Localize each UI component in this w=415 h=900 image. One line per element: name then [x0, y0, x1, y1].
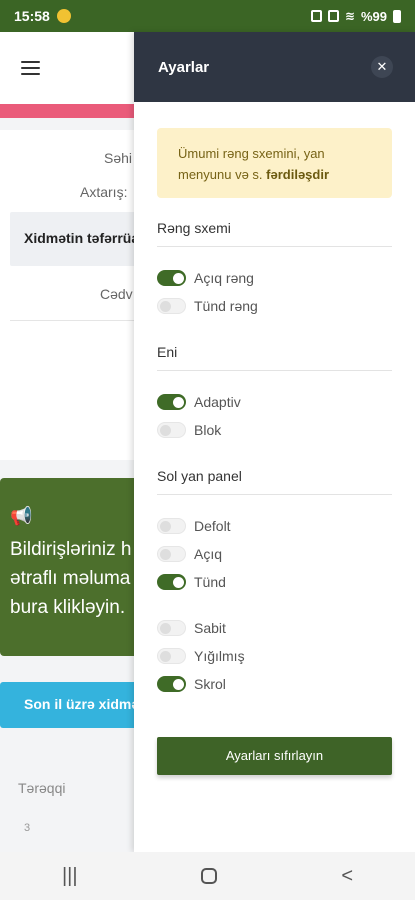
option-label: Tünd [194, 574, 226, 590]
reset-settings-button[interactable]: Ayarları sıfırlayın [157, 737, 392, 775]
info-box: Ümumi rəng sxemini, yan menyunu və s. fə… [157, 128, 392, 198]
battery-percentage: %99 [360, 8, 387, 24]
system-nav-bar: ||| < [0, 852, 415, 900]
alarm-icon [327, 10, 339, 22]
battery-icon [393, 9, 401, 23]
progress-label: Tərəqqi [18, 780, 66, 796]
option-default[interactable]: Defolt [157, 512, 392, 540]
settings-drawer: Ayarlar ✕ Ümumi rəng sxemini, yan menyun… [134, 32, 415, 852]
menu-icon[interactable] [21, 61, 40, 75]
toggle-switch[interactable] [157, 546, 186, 562]
notification-dot-icon [56, 9, 71, 23]
section-title-color-scheme: Rəng sxemi [157, 220, 392, 247]
toggle-switch[interactable] [157, 574, 186, 590]
home-icon[interactable] [201, 868, 218, 884]
close-icon: ✕ [376, 59, 388, 74]
toggle-switch[interactable] [157, 270, 186, 286]
option-label: Adaptiv [194, 394, 241, 410]
page-label: Səhi [104, 150, 133, 166]
option-fixed[interactable]: Sabit [157, 614, 392, 642]
back-icon[interactable]: < [341, 865, 353, 888]
color-scheme-options: Açıq rəng Tünd rəng [157, 247, 392, 320]
toggle-switch[interactable] [157, 422, 186, 438]
section-title-width: Eni [157, 344, 392, 371]
toggle-switch[interactable] [157, 648, 186, 664]
toggle-switch[interactable] [157, 394, 186, 410]
option-label: Sabit [194, 620, 226, 636]
option-label: Tünd rəng [194, 298, 258, 314]
option-block[interactable]: Blok [157, 416, 392, 444]
toggle-switch[interactable] [157, 518, 186, 534]
drawer-body: Ümumi rəng sxemini, yan menyunu və s. fə… [134, 102, 415, 775]
option-label: Defolt [194, 518, 231, 534]
left-panel-options: Defolt Açıq Tünd Sabit Yığılmış Skrol [157, 495, 392, 698]
status-bar: 15:58 ≋ %99 [0, 0, 415, 32]
search-label: Axtarış: [80, 184, 128, 200]
option-label: Açıq [194, 546, 223, 562]
status-icons: ≋ %99 [310, 8, 401, 24]
option-label: Açıq rəng [194, 270, 254, 286]
width-options: Adaptiv Blok [157, 371, 392, 444]
option-scroll[interactable]: Skrol [157, 670, 392, 698]
clock: 15:58 [14, 8, 50, 24]
option-label: Yığılmış [194, 648, 245, 664]
info-bold-text: fərdiləşdir [266, 167, 330, 182]
option-dark-color[interactable]: Tünd rəng [157, 292, 392, 320]
option-collapsed[interactable]: Yığılmış [157, 642, 392, 670]
lock-icon [310, 10, 322, 22]
table-label: Cədv [100, 286, 133, 302]
section-title-left-panel: Sol yan panel [157, 468, 392, 495]
option-label: Blok [194, 422, 222, 438]
option-light-color[interactable]: Açıq rəng [157, 264, 392, 292]
option-dark[interactable]: Tünd [157, 568, 392, 596]
toggle-switch[interactable] [157, 676, 186, 692]
wifi-signal-icon: ≋ [344, 9, 355, 23]
toggle-switch[interactable] [157, 298, 186, 314]
option-label: Skrol [194, 676, 226, 692]
progress-number: 3 [24, 822, 31, 834]
drawer-title: Ayarlar [158, 58, 210, 76]
close-button[interactable]: ✕ [371, 56, 393, 78]
drawer-header: Ayarlar ✕ [134, 32, 415, 102]
recent-apps-icon[interactable]: ||| [62, 865, 78, 888]
option-light[interactable]: Açıq [157, 540, 392, 568]
toggle-switch[interactable] [157, 620, 186, 636]
option-adaptive[interactable]: Adaptiv [157, 388, 392, 416]
